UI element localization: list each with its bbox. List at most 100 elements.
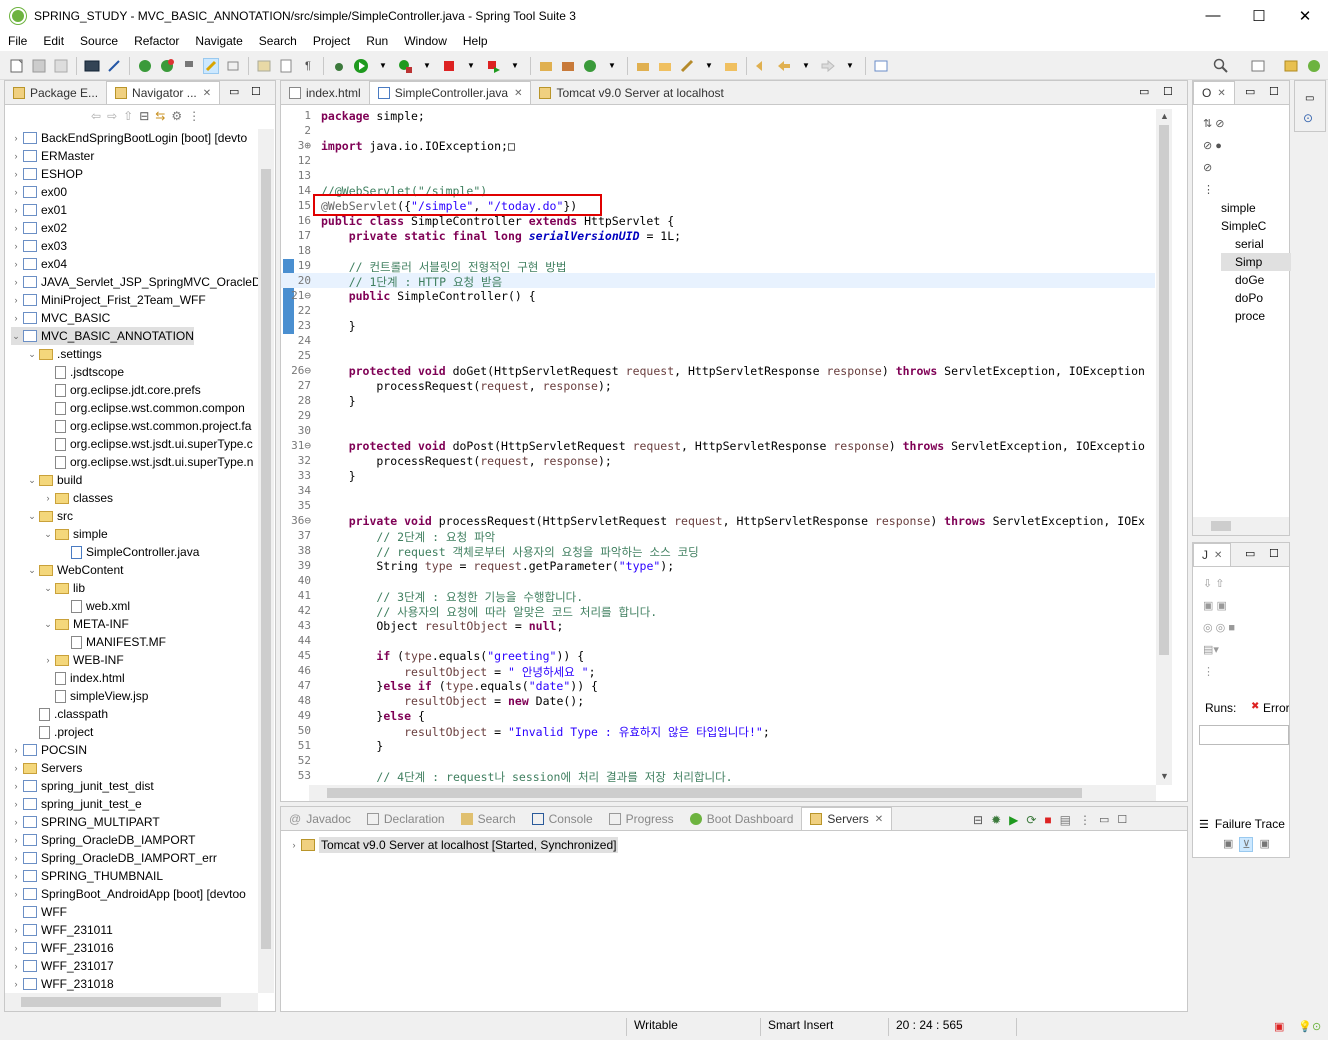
chevron-down-icon[interactable]: ⌄	[27, 349, 37, 360]
minimize-button[interactable]: —	[1190, 0, 1236, 31]
chevron-right-icon[interactable]: ›	[11, 799, 21, 809]
chevron-right-icon[interactable]: ›	[11, 817, 21, 827]
rerun-failed-icon[interactable]: ◎	[1216, 622, 1226, 634]
tab-search[interactable]: Search	[453, 807, 524, 830]
outline-item[interactable]: Simp	[1221, 253, 1291, 271]
open-perspective-icon[interactable]	[1250, 58, 1266, 74]
tree-item[interactable]: ⌄ simple	[43, 525, 107, 543]
chevron-right-icon[interactable]: ›	[11, 763, 21, 773]
chevron-right-icon[interactable]: ›	[11, 277, 21, 287]
tree-item[interactable]: › WFF_231011	[11, 921, 113, 939]
tree-item[interactable]: › ESHOP	[11, 165, 84, 183]
chevron-right-icon[interactable]: ›	[11, 295, 21, 305]
code-line[interactable]: package simple;	[321, 109, 425, 124]
tree-item[interactable]: › SPRING_THUMBNAIL	[11, 867, 164, 885]
outline-menu-icon[interactable]: ⋮	[1203, 184, 1214, 196]
debug-server-icon[interactable]: ✹	[991, 813, 1001, 827]
tree-item[interactable]: › WEB-INF	[43, 651, 124, 669]
run-dropdown-icon[interactable]: ▼	[375, 58, 391, 74]
tree-item[interactable]: MANIFEST.MF	[59, 633, 166, 651]
stop-dropdown-icon[interactable]: ▼	[463, 58, 479, 74]
outline-hscroll[interactable]	[1193, 517, 1289, 535]
menu-edit[interactable]: Edit	[35, 34, 72, 48]
profile-server-icon[interactable]: ⟳	[1026, 813, 1036, 827]
spring-status-icon[interactable]: ⊙	[1312, 1020, 1321, 1033]
tip-icon[interactable]: 💡	[1298, 1020, 1312, 1033]
relaunch-icon[interactable]	[159, 58, 175, 74]
code-line[interactable]: if (type.equals("greeting")) {	[321, 649, 584, 664]
tree-item[interactable]: ⌄ .settings	[27, 345, 101, 363]
save-icon[interactable]	[31, 58, 47, 74]
rerun-icon[interactable]: ◎	[1203, 622, 1213, 634]
chevron-right-icon[interactable]: ›	[11, 835, 21, 845]
new-package-icon[interactable]	[560, 58, 576, 74]
tree-item[interactable]: › spring_junit_test_dist	[11, 777, 154, 795]
tree-item[interactable]: org.eclipse.wst.jsdt.ui.superType.c	[43, 435, 253, 453]
code-line[interactable]: // 3단계 : 요청한 기능을 수행합니다.	[321, 589, 583, 604]
tree-item[interactable]: › Spring_OracleDB_IAMPORT	[11, 831, 196, 849]
minimize-view-icon[interactable]: ▭	[1099, 813, 1109, 827]
new-java-project-icon[interactable]	[538, 58, 554, 74]
show-whitespace-icon[interactable]	[278, 58, 294, 74]
maximize-view-icon[interactable]: ☐	[1269, 85, 1279, 98]
tree-item[interactable]: › WFF_231018	[11, 975, 114, 993]
nav-up-icon[interactable]: ⇧	[123, 109, 133, 123]
junit-menu-icon[interactable]: ⋮	[1203, 666, 1214, 678]
code-line[interactable]: protected void doGet(HttpServletRequest …	[321, 364, 1145, 379]
pilcrow-icon[interactable]: ¶	[300, 58, 316, 74]
tree-item[interactable]: .project	[27, 723, 93, 741]
chevron-right-icon[interactable]: ›	[11, 223, 21, 233]
nav-back-icon[interactable]: ⇦	[91, 109, 101, 123]
chevron-right-icon[interactable]: ›	[11, 961, 21, 971]
server-row[interactable]: › Tomcat v9.0 Server at localhost [Start…	[289, 837, 619, 853]
collapse-servers-icon[interactable]: ⊟	[973, 813, 983, 827]
outline-item[interactable]: doGe	[1221, 271, 1291, 289]
tab-simplecontroller-java[interactable]: SimpleController.java ✕	[368, 81, 532, 104]
pin-editor-icon[interactable]	[873, 58, 889, 74]
link-editor-icon[interactable]: ⇆	[155, 109, 165, 123]
new-class-icon[interactable]	[582, 58, 598, 74]
tree-item[interactable]: web.xml	[59, 597, 130, 615]
chevron-down-icon[interactable]: ⌄	[27, 475, 37, 486]
close-tab-icon[interactable]: ✕	[514, 88, 522, 99]
terminal-icon[interactable]	[84, 58, 100, 74]
problems-icon[interactable]: ▣	[1274, 1020, 1284, 1033]
code-line[interactable]: resultObject = "Invalid Type : 유효하지 않은 타…	[321, 724, 770, 739]
chevron-right-icon[interactable]: ›	[11, 871, 21, 881]
code-line[interactable]: // 사용자의 요청에 따라 알맞은 코드 처리를 합니다.	[321, 604, 657, 619]
tree-item[interactable]: ⌄ WebContent	[27, 561, 123, 579]
tree-item[interactable]: SimpleController.java	[59, 543, 199, 561]
close-tab-icon[interactable]: ✕	[875, 814, 883, 825]
code-line[interactable]: Object resultObject = null;	[321, 619, 563, 634]
code-line[interactable]: }	[321, 739, 383, 754]
tree-item[interactable]: › ex02	[11, 219, 68, 237]
tree-item[interactable]: › ex00	[11, 183, 68, 201]
code-line[interactable]: // 2단계 : 요청 파악	[321, 529, 495, 544]
tab-package-explorer[interactable]: Package E...	[5, 81, 106, 104]
tree-item[interactable]: › SPRING_MULTIPART	[11, 813, 160, 831]
servers-menu-icon[interactable]: ⋮	[1079, 813, 1091, 827]
hide-fields-icon[interactable]: ⊘	[1215, 118, 1224, 130]
code-line[interactable]: private static final long serialVersionU…	[321, 229, 681, 244]
stop-run-icon[interactable]: ■	[1228, 622, 1235, 634]
back-dropdown-icon[interactable]: ▼	[798, 58, 814, 74]
hide-nonpublic-icon[interactable]: ●	[1215, 140, 1222, 152]
tree-vscroll[interactable]	[258, 129, 274, 993]
coverage-icon[interactable]	[485, 58, 501, 74]
chevron-right-icon[interactable]: ›	[11, 979, 21, 989]
external-tools-icon[interactable]	[397, 58, 413, 74]
tab-tomcat-server[interactable]: Tomcat v9.0 Server at localhost	[531, 81, 731, 104]
tree-item[interactable]: .classpath	[27, 705, 108, 723]
code-line[interactable]: processRequest(request, response);	[321, 379, 611, 394]
tree-item[interactable]: › POCSIN	[11, 741, 88, 759]
tab-navigator[interactable]: Navigator ... ✕	[106, 81, 221, 104]
chevron-right-icon[interactable]: ›	[11, 259, 21, 269]
chevron-down-icon[interactable]: ⌄	[27, 511, 37, 522]
editor-hscroll[interactable]	[309, 785, 1156, 801]
tab-javadoc[interactable]: @ Javadoc	[281, 807, 359, 830]
expand-icon[interactable]: ›	[289, 840, 299, 850]
chevron-right-icon[interactable]: ›	[11, 151, 21, 161]
close-button[interactable]: ✕	[1282, 0, 1328, 31]
tree-item[interactable]: › spring_junit_test_e	[11, 795, 142, 813]
tree-hscroll[interactable]	[5, 993, 258, 1011]
